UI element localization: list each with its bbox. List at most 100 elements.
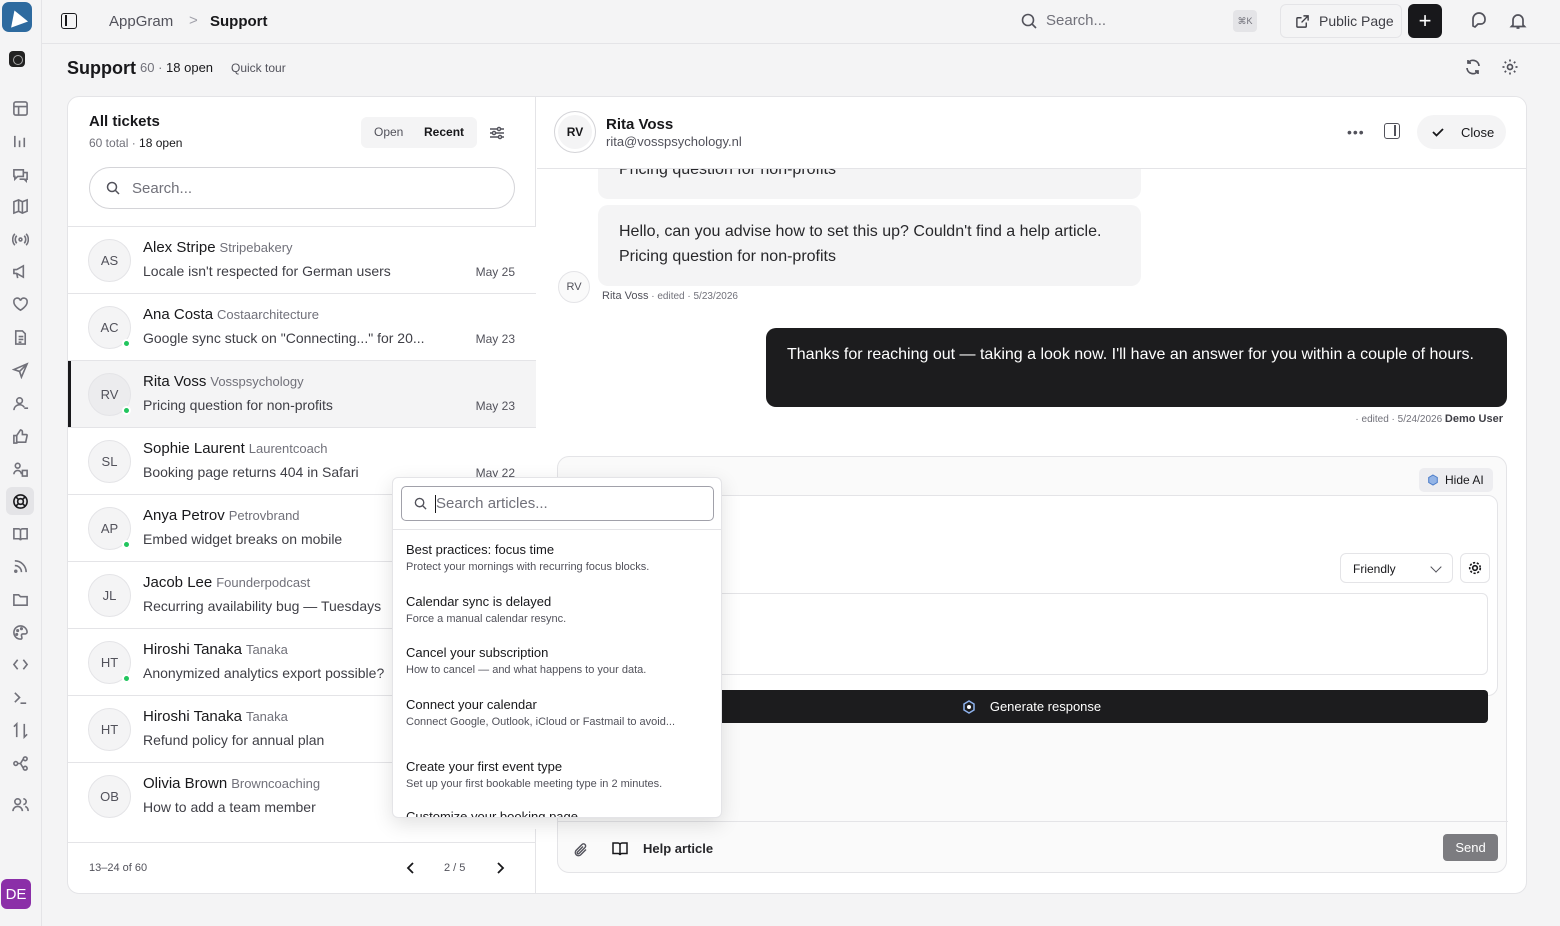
hide-ai-button[interactable]: Hide AI: [1419, 468, 1493, 492]
article-option[interactable]: Customize your booking page: [406, 809, 578, 817]
close-ticket-button[interactable]: Close: [1417, 115, 1506, 149]
palette-icon[interactable]: [11, 623, 29, 641]
pagination-page: 2 / 5: [444, 862, 466, 874]
online-status-dot: [122, 339, 131, 348]
online-status-dot: [122, 540, 131, 549]
contact-avatar: RV: [554, 111, 596, 153]
bell-icon[interactable]: [1509, 12, 1527, 30]
ticket-list-footer: 13–24 of 60 2 / 5: [68, 842, 536, 893]
article-option[interactable]: Connect your calendar Connect Google, Out…: [406, 697, 675, 728]
public-page-label: Public Page: [1319, 13, 1394, 29]
article-title: Best practices: focus time: [406, 542, 555, 557]
ticket-row[interactable]: AC Ana Costa Costaarchitecture Google sync …: [68, 294, 536, 361]
ticket-subject: Embed widget breaks on mobile: [143, 531, 343, 547]
contact-email[interactable]: rita@vosspsychology.nl: [606, 134, 742, 149]
breadcrumb-separator: >: [189, 12, 198, 29]
ticket-search-field[interactable]: Search...: [89, 167, 515, 209]
ai-settings-button[interactable]: [1460, 553, 1490, 583]
megaphone-icon[interactable]: [11, 262, 29, 280]
user-icon[interactable]: [11, 394, 29, 412]
terminal-icon[interactable]: [11, 688, 29, 706]
ticket-subject: Locale isn't respected for German users: [143, 263, 391, 279]
article-option[interactable]: Best practices: focus time Protect your m…: [406, 542, 649, 573]
app-logo[interactable]: [2, 2, 32, 32]
send-icon[interactable]: [11, 361, 29, 379]
ticket-company: Petrovbrand: [228, 508, 300, 523]
user-avatar[interactable]: DE: [1, 879, 31, 909]
book-open-icon[interactable]: [11, 525, 29, 543]
ticket-filter-segmented: Open Recent: [361, 117, 477, 148]
external-link-icon: [1296, 14, 1309, 28]
rss-icon[interactable]: [11, 557, 29, 575]
sidebar-toggle-icon[interactable]: [61, 13, 77, 29]
new-button[interactable]: +: [1408, 4, 1442, 38]
ai-sparkle-icon: [1428, 474, 1438, 486]
settings-gear-icon[interactable]: [1501, 58, 1519, 76]
top-bar: AppGram > Support Search... ⌘K Public Pa…: [42, 0, 1560, 44]
code-icon[interactable]: [11, 655, 29, 673]
folder-icon[interactable]: [11, 590, 29, 608]
public-page-button[interactable]: Public Page: [1280, 4, 1402, 38]
outgoing-message-meta: · edited · 5/24/2026 Demo User: [1355, 413, 1503, 425]
conversation-header: RV Rita Voss rita@vosspsychology.nl ••• …: [537, 97, 1526, 169]
message-bubble-outgoing: Thanks for reaching out — taking a look …: [766, 328, 1507, 407]
heart-icon[interactable]: [11, 295, 29, 313]
map-icon[interactable]: [11, 197, 29, 215]
ticket-list-summary: 60 total · 18 open: [89, 136, 183, 150]
broadcast-icon[interactable]: [11, 230, 29, 248]
ticket-customer-name: Jacob Lee Founderpodcast: [143, 574, 311, 591]
support-lifebuoy-icon[interactable]: [6, 487, 34, 515]
message-text-line1: Hello, can you advise how to set this up…: [619, 223, 1102, 240]
users-icon[interactable]: [11, 795, 29, 813]
document-icon[interactable]: [11, 328, 29, 346]
integrations-icon[interactable]: [11, 754, 29, 772]
feedback-icon[interactable]: [1470, 12, 1488, 30]
ticket-subject: Booking page returns 404 in Safari: [143, 464, 359, 480]
breadcrumb-app[interactable]: AppGram: [109, 13, 173, 30]
book-icon[interactable]: [611, 841, 629, 857]
ticket-customer-name: Ana Costa Costaarchitecture: [143, 306, 319, 323]
generate-response-label: Generate response: [989, 699, 1102, 714]
ticket-subject: Anonymized analytics export possible?: [143, 665, 385, 681]
ticket-company: Tanaka: [245, 642, 288, 657]
layout-icon[interactable]: [11, 99, 29, 117]
quick-tour-link[interactable]: Quick tour: [231, 61, 286, 75]
article-description: Connect Google, Outlook, iCloud or Fastm…: [406, 716, 676, 728]
search-icon: [414, 497, 427, 510]
gear-icon: [1468, 561, 1482, 575]
chevron-right-icon[interactable]: [492, 860, 508, 876]
article-option[interactable]: Cancel your subscription How to cancel — …: [406, 645, 646, 676]
ticket-customer-name: Rita Voss Vosspsychology: [143, 373, 304, 390]
side-panel-toggle-icon[interactable]: [1384, 123, 1400, 139]
ticket-row[interactable]: RV Rita Voss Vosspsychology Pricing questio…: [68, 361, 536, 428]
global-search-input[interactable]: Search...: [1046, 12, 1106, 29]
refresh-icon[interactable]: [1464, 58, 1482, 76]
chat-icon[interactable]: [11, 165, 29, 183]
sort-arrows-icon[interactable]: [11, 721, 29, 739]
chevron-left-icon[interactable]: [403, 860, 419, 876]
article-option[interactable]: Create your first event type Set up your …: [406, 759, 662, 790]
send-button[interactable]: Send: [1443, 834, 1498, 861]
analytics-icon[interactable]: [11, 132, 29, 150]
article-search-input[interactable]: Search articles...: [401, 486, 714, 521]
paperclip-icon[interactable]: [573, 842, 589, 858]
filter-recent-tab[interactable]: Recent: [424, 125, 464, 139]
filter-open-tab[interactable]: Open: [374, 125, 403, 139]
article-title: Cancel your subscription: [406, 645, 549, 660]
article-search-placeholder: Search articles...: [436, 495, 548, 512]
thumbs-up-icon[interactable]: [11, 427, 29, 445]
ticket-subject: How to add a team member: [143, 799, 316, 815]
ticket-row[interactable]: AS Alex Stripe Stripebakery Locale isn't re…: [68, 227, 536, 294]
article-option[interactable]: Calendar sync is delayed Force a manual c…: [406, 594, 566, 625]
team-icon[interactable]: [11, 460, 29, 478]
tone-select[interactable]: Friendly: [1340, 553, 1453, 583]
workspace-icon[interactable]: [9, 51, 25, 67]
ticket-date: May 23: [475, 399, 515, 413]
filter-sliders-icon[interactable]: [488, 124, 506, 142]
help-article-button[interactable]: Help article: [643, 841, 713, 856]
ticket-list-title: All tickets: [89, 113, 160, 130]
ticket-search-placeholder: Search...: [132, 180, 193, 197]
ticket-avatar: AS: [88, 239, 131, 282]
more-options-icon[interactable]: •••: [1347, 124, 1364, 140]
ticket-customer-name: Hiroshi Tanaka Tanaka: [143, 641, 288, 658]
